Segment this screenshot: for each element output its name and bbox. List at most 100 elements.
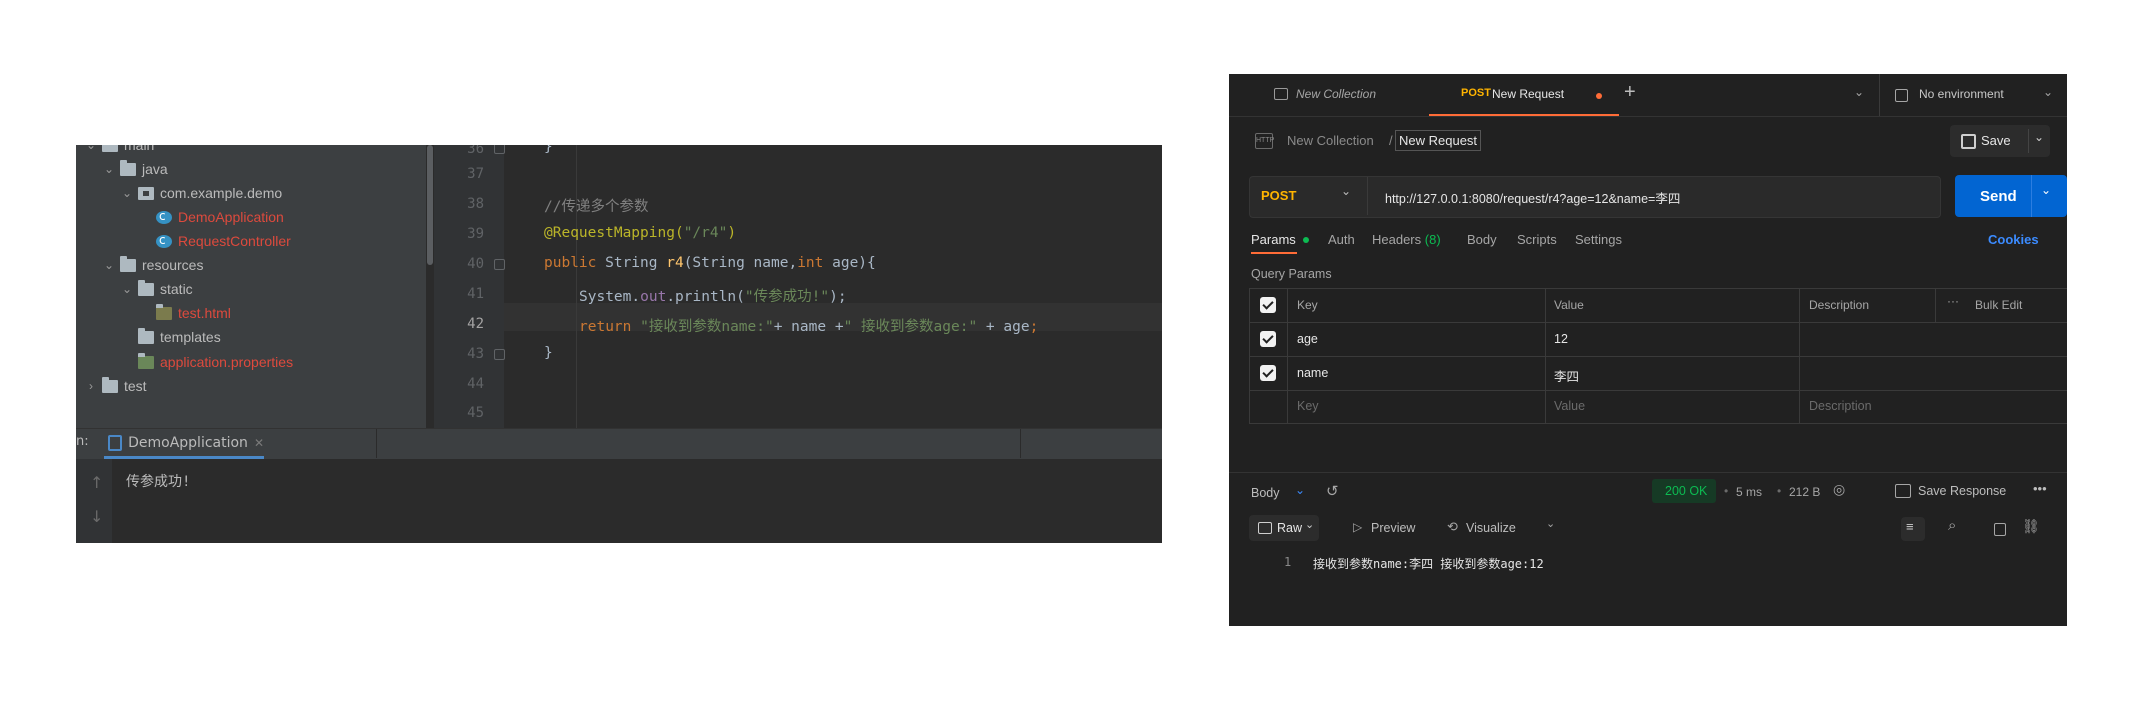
new-value-input[interactable]: Value xyxy=(1554,399,1585,413)
environment-select[interactable]: No environment xyxy=(1919,87,2004,101)
tree-item-label: RequestController xyxy=(178,233,291,249)
breadcrumb-separator: / xyxy=(1389,133,1393,148)
close-icon[interactable]: ✕ xyxy=(254,436,264,450)
tab-headers[interactable]: Headers (8) xyxy=(1372,232,1441,247)
visualize-button[interactable]: Visualize xyxy=(1466,521,1516,535)
tree-item[interactable]: test.html xyxy=(138,301,231,325)
request-name-field[interactable]: New Request xyxy=(1395,130,1482,151)
link-icon[interactable]: ⛓ xyxy=(2022,518,2040,535)
postman-window: New Collection POST New Request + ⌄ No e… xyxy=(1229,74,2067,626)
code-line: System.out.println("传参成功!"); xyxy=(579,289,847,305)
save-chevron-icon[interactable]: ⌄ xyxy=(2034,130,2044,144)
response-body-select[interactable]: Body xyxy=(1251,486,1280,500)
select-all-checkbox[interactable] xyxy=(1260,297,1276,313)
chevron-icon[interactable]: › xyxy=(84,379,98,393)
code-line: @RequestMapping("/r4") xyxy=(544,225,737,241)
raw-icon xyxy=(1258,522,1272,534)
run-tab[interactable]: DemoApplication ✕ xyxy=(104,428,264,458)
row-checkbox[interactable] xyxy=(1260,365,1276,381)
param-key[interactable]: name xyxy=(1297,366,1328,380)
response-line-number: 1 xyxy=(1284,555,1292,569)
method-chevron-icon[interactable]: ⌄ xyxy=(1341,184,1351,198)
tree-item[interactable]: application.properties xyxy=(120,350,293,374)
save-response-button[interactable]: Save Response xyxy=(1918,484,2006,498)
class-icon xyxy=(156,209,172,224)
tab-body[interactable]: Body xyxy=(1467,232,1497,247)
search-icon[interactable]: ⌕ xyxy=(1948,517,1956,534)
tree-item[interactable]: ⌄ main xyxy=(84,145,154,157)
folder-icon xyxy=(102,145,118,152)
send-label: Send xyxy=(1980,188,2017,205)
breadcrumb-collection[interactable]: New Collection xyxy=(1287,133,1374,148)
wrap-icon: ≡ xyxy=(1906,519,1914,534)
fold-marker-icon[interactable] xyxy=(494,349,505,360)
method-select[interactable]: POST xyxy=(1261,188,1296,203)
new-key-input[interactable]: Key xyxy=(1297,399,1319,413)
globe-icon[interactable]: ◎ xyxy=(1833,481,1845,498)
tree-item[interactable]: ⌄ static xyxy=(120,277,193,301)
tree-item-label: test xyxy=(124,378,147,394)
raw-chevron-icon: ⌄ xyxy=(1305,519,1315,531)
param-value[interactable]: 李四 xyxy=(1554,366,1579,385)
tab-scripts[interactable]: Scripts xyxy=(1517,232,1557,247)
visualize-chevron-icon[interactable]: ⌄ xyxy=(1546,517,1555,530)
line-number: 40 xyxy=(467,256,484,272)
package-icon xyxy=(138,186,154,200)
html-file-icon xyxy=(156,303,172,320)
preview-button[interactable]: Preview xyxy=(1371,521,1415,535)
chevron-icon[interactable]: ⌄ xyxy=(120,186,134,200)
folder-icon xyxy=(138,327,154,344)
param-value[interactable]: 12 xyxy=(1554,332,1568,346)
tab-collection[interactable]: New Collection xyxy=(1296,87,1376,101)
fold-marker-icon[interactable] xyxy=(494,259,505,270)
tree-item[interactable]: ⌄ resources xyxy=(102,253,203,277)
tree-item[interactable]: RequestController xyxy=(138,229,291,253)
row-checkbox[interactable] xyxy=(1260,331,1276,347)
folder-icon xyxy=(120,255,136,272)
tree-item[interactable]: DemoApplication xyxy=(138,205,284,229)
properties-file-icon xyxy=(138,352,154,369)
arrow-down-icon[interactable]: ↓ xyxy=(90,507,103,526)
send-chevron-icon[interactable]: ⌄ xyxy=(2041,183,2051,197)
tree-item-label: resources xyxy=(142,257,204,273)
chevron-icon[interactable]: ⌄ xyxy=(102,162,116,176)
history-icon[interactable]: ↺ xyxy=(1326,482,1339,500)
url-input[interactable]: http://127.0.0.1:8080/request/r4?age=12&… xyxy=(1385,188,1680,207)
plus-icon[interactable]: + xyxy=(1624,81,1636,104)
response-more-icon[interactable]: ••• xyxy=(2033,481,2047,496)
tab-params[interactable]: Params xyxy=(1251,232,1296,247)
console-output[interactable] xyxy=(76,459,1162,543)
chevron-icon[interactable]: ⌄ xyxy=(102,258,116,272)
chevron-icon[interactable]: ⌄ xyxy=(120,282,134,296)
tree-item-label: application.properties xyxy=(160,354,294,370)
tree-item[interactable]: › test xyxy=(84,374,147,398)
response-body-text[interactable]: 接收到参数name:李四 接收到参数age:12 xyxy=(1313,555,1544,572)
arrow-up-icon[interactable]: ↑ xyxy=(90,473,103,492)
tab-auth[interactable]: Auth xyxy=(1328,232,1355,247)
preview-play-icon[interactable]: ▷ xyxy=(1353,520,1362,534)
code-line: } xyxy=(544,145,553,155)
code-line: } xyxy=(544,345,553,361)
tree-item[interactable]: ⌄ com.example.demo xyxy=(120,181,282,205)
visualize-icon[interactable]: ⟲ xyxy=(1447,519,1458,535)
params-active-dot-icon xyxy=(1303,237,1309,243)
fold-marker-icon[interactable] xyxy=(494,145,505,154)
tree-scrollbar[interactable] xyxy=(427,145,433,265)
more-icon[interactable]: ··· xyxy=(1947,294,1959,308)
line-number: 44 xyxy=(467,376,484,392)
new-description-input[interactable]: Description xyxy=(1809,399,1872,413)
tree-item[interactable]: ⌄ java xyxy=(102,157,168,181)
tree-item[interactable]: templates xyxy=(120,325,221,349)
bulk-edit-button[interactable]: Bulk Edit xyxy=(1975,298,2022,312)
chevron-icon[interactable]: ⌄ xyxy=(84,145,98,152)
column-key: Key xyxy=(1297,298,1318,312)
tab-overflow-chevron-icon[interactable]: ⌄ xyxy=(1854,85,1864,99)
line-number: 39 xyxy=(467,226,484,242)
param-key[interactable]: age xyxy=(1297,332,1318,346)
tab-settings[interactable]: Settings xyxy=(1575,232,1622,247)
body-chevron-icon[interactable]: ⌄ xyxy=(1295,483,1305,497)
cookies-link[interactable]: Cookies xyxy=(1988,232,2039,247)
environment-chevron-icon[interactable]: ⌄ xyxy=(2043,85,2053,99)
copy-icon[interactable] xyxy=(1994,523,2006,536)
line-number: 37 xyxy=(467,166,484,182)
